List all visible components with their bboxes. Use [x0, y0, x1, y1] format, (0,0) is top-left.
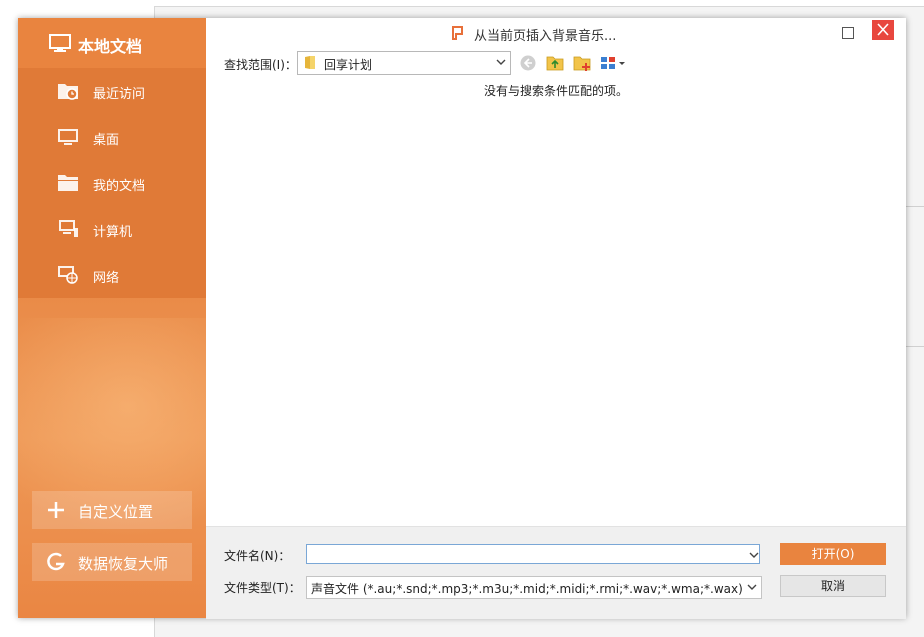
wps-presentation-icon — [452, 26, 463, 40]
cancel-button[interactable]: 取消 — [780, 575, 886, 597]
network-icon — [58, 266, 78, 284]
chevron-down-icon[interactable] — [749, 550, 759, 560]
background-divider — [905, 206, 924, 207]
back-arrow-icon[interactable] — [519, 54, 537, 72]
sidebar-item-documents[interactable]: 我的文档 — [18, 160, 206, 206]
dialog-title: 从当前页插入背景音乐... — [474, 29, 617, 44]
data-recovery-button[interactable]: 数据恢复大师 — [32, 543, 192, 581]
filetype-value: 声音文件 (*.au;*.snd;*.mp3;*.m3u;*.mid;*.mid… — [311, 582, 743, 596]
toolbar: 查找范围(I)： 回享计划 — [206, 50, 906, 76]
sidebar-item-label: 网络 — [93, 271, 120, 286]
sidebar-nav: 最近访问 桌面 我的文档 计算机 网络 — [18, 68, 206, 298]
lookin-label: 查找范围(I)： — [224, 58, 297, 72]
sidebar: 本地文档 最近访问 桌面 我的文档 计算机 网络 自定义位置 数据恢复大师 — [18, 18, 206, 618]
sidebar-item-network[interactable]: 网络 — [18, 252, 206, 298]
sidebar-item-recent[interactable]: 最近访问 — [18, 68, 206, 114]
sidebar-header-label: 本地文档 — [78, 37, 143, 56]
recovery-logo-icon — [47, 552, 65, 571]
plus-icon — [48, 502, 64, 518]
desktop-icon — [58, 129, 78, 145]
sidebar-item-computer[interactable]: 计算机 — [18, 206, 206, 252]
lookin-value: 回享计划 — [324, 58, 373, 72]
filename-label: 文件名(N)： — [224, 549, 291, 563]
sidebar-item-label: 计算机 — [93, 225, 133, 240]
open-button[interactable]: 打开(O) — [780, 543, 886, 565]
sidebar-item-desktop[interactable]: 桌面 — [18, 114, 206, 160]
background-divider — [905, 346, 924, 347]
filetype-label: 文件类型(T)： — [224, 581, 301, 595]
custom-location-label: 自定义位置 — [78, 503, 154, 521]
chevron-down-icon — [496, 59, 506, 65]
lookin-dropdown[interactable]: 回享计划 — [297, 51, 511, 75]
main-pane: 从当前页插入背景音乐... 查找范围(I)： 回享计划 没有与搜索条件匹配的项。… — [206, 18, 906, 619]
maximize-icon — [842, 27, 854, 39]
view-menu-icon[interactable] — [600, 54, 628, 72]
chevron-down-icon — [747, 584, 757, 590]
filetype-dropdown[interactable]: 声音文件 (*.au;*.snd;*.mp3;*.m3u;*.mid;*.mid… — [306, 576, 762, 599]
custom-location-button[interactable]: 自定义位置 — [32, 491, 192, 529]
folder-icon — [58, 175, 78, 191]
sidebar-header[interactable]: 本地文档 — [18, 18, 206, 68]
data-recovery-label: 数据恢复大师 — [78, 555, 169, 573]
empty-message: 没有与搜索条件匹配的项。 — [483, 84, 628, 98]
recent-folder-icon — [58, 84, 78, 100]
folder-icon — [305, 56, 315, 69]
insert-music-dialog: 本地文档 最近访问 桌面 我的文档 计算机 网络 自定义位置 数据恢复大师 从当… — [18, 18, 906, 619]
sidebar-item-label: 桌面 — [93, 133, 120, 148]
close-icon — [877, 23, 889, 36]
file-list[interactable]: 没有与搜索条件匹配的项。 — [206, 78, 906, 526]
sidebar-item-label: 最近访问 — [93, 87, 146, 102]
title-bar: 从当前页插入背景音乐... — [206, 18, 906, 48]
monitor-icon — [49, 34, 71, 52]
new-folder-icon[interactable] — [573, 54, 591, 72]
dialog-footer: 文件名(N)： 文件类型(T)： 声音文件 (*.au;*.snd;*.mp3;… — [206, 526, 906, 619]
sidebar-item-label: 我的文档 — [93, 179, 146, 194]
computer-icon — [59, 220, 78, 237]
maximize-button[interactable] — [838, 23, 858, 43]
close-button[interactable] — [872, 20, 894, 40]
folder-up-icon[interactable] — [546, 54, 564, 72]
filename-input[interactable] — [306, 544, 760, 564]
